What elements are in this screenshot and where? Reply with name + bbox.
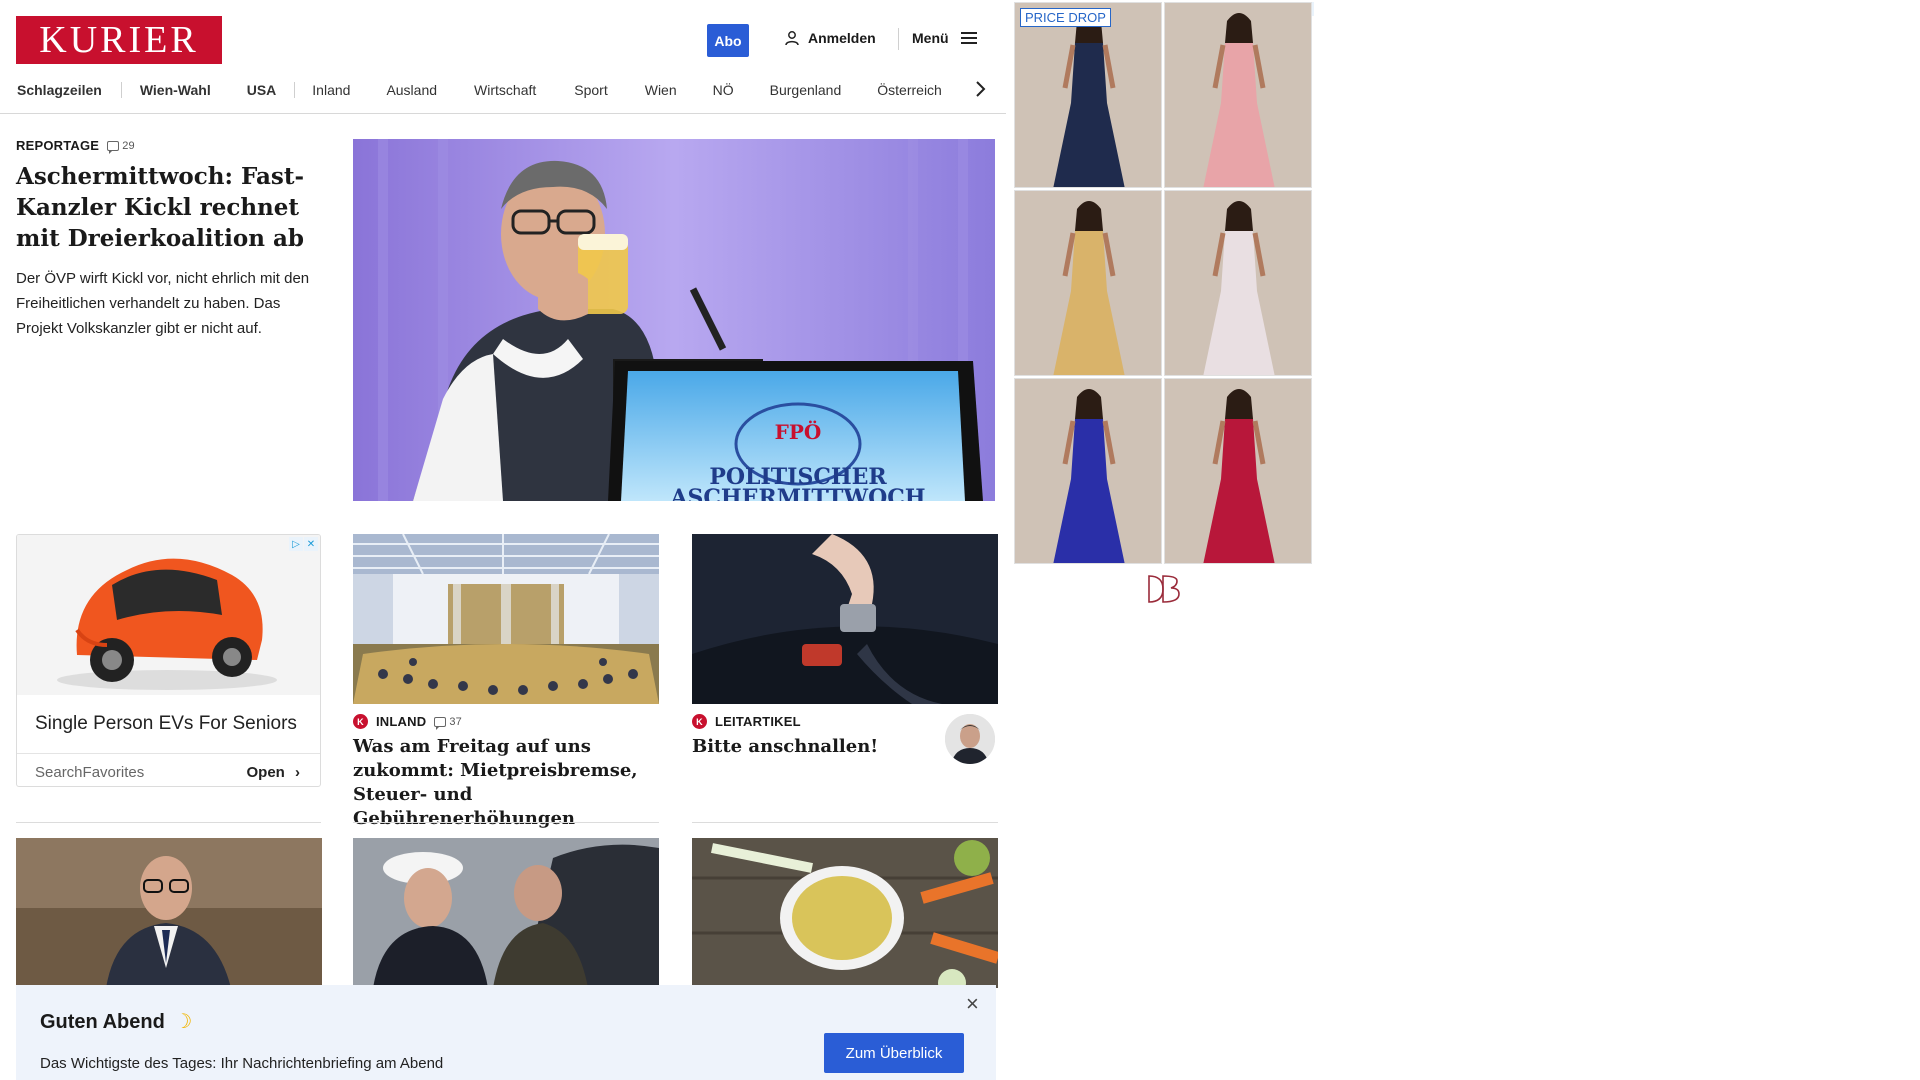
comment-icon (107, 140, 120, 154)
soup-image (692, 838, 998, 988)
advertiser-logo-icon[interactable] (1145, 572, 1185, 606)
close-icon[interactable]: × (966, 991, 979, 1017)
nav-item-sport[interactable]: Sport (574, 82, 607, 98)
lead-headline[interactable]: Aschermittwoch: Fast-Kanzler Kickl rechn… (16, 161, 326, 254)
ad-info-icon[interactable]: ▷ (289, 537, 303, 551)
hamburger-icon (960, 32, 977, 44)
zelensky-car-image (353, 838, 659, 988)
kurier-k-icon: K (353, 714, 368, 729)
screen-text-aschermittwoch: ASCHERMITTWOCH (669, 485, 925, 501)
login-link[interactable]: Anmelden (784, 30, 876, 46)
dress-pink[interactable] (1164, 2, 1312, 188)
lead-teaser: Der ÖVP wirft Kickl vor, nicht ehrlich m… (16, 270, 310, 337)
dress-floral[interactable] (1164, 190, 1312, 376)
parliament-image (353, 534, 659, 704)
lead-image[interactable]: FPÖ POLITISCHER ASCHERMITTWOCH (353, 139, 995, 501)
nav-item-oesterreich[interactable]: Österreich (877, 82, 942, 98)
screen-text-fpoe: FPÖ (775, 419, 822, 444)
chevron-right-icon: › (295, 764, 300, 781)
article-card-inland[interactable]: K INLAND 37 Was am Freitag auf uns zukom… (353, 534, 659, 831)
briefing-overview-button[interactable]: Zum Überblick (824, 1033, 964, 1073)
card-headline[interactable]: Was am Freitag auf uns zukommt: Mietprei… (353, 735, 659, 831)
ad-car-title[interactable]: Single Person EVs For Seniors (35, 713, 297, 735)
politician-drinking-image: FPÖ POLITISCHER ASCHERMITTWOCH (353, 139, 995, 501)
lead-article[interactable]: REPORTAGE 29 Aschermittwoch: Fast-Kanzle… (16, 138, 326, 341)
divider (353, 822, 659, 823)
article-card-row3-2[interactable] (353, 838, 659, 988)
menu-label: Menü (912, 30, 949, 46)
ad-car[interactable]: ▷ ✕ Single Person EVs For Seniors Search… (16, 534, 321, 787)
briefing-title: Guten Abend ☽ (40, 1009, 192, 1034)
dress-navy[interactable] (1014, 2, 1162, 188)
lead-kicker: REPORTAGE 29 (16, 138, 326, 154)
dress-red[interactable] (1164, 378, 1312, 564)
comment-count[interactable]: 37 (434, 715, 462, 730)
card-kicker: K INLAND 37 (353, 714, 659, 730)
article-card-row3-3[interactable] (692, 838, 998, 988)
nav-item-usa[interactable]: USA (247, 82, 277, 98)
nav-separator (294, 82, 296, 98)
author-avatar[interactable] (945, 714, 995, 764)
kurier-k-icon: K (692, 714, 707, 729)
nav-item-schlagzeilen[interactable]: Schlagzeilen (17, 82, 102, 98)
site-header: KURIER Abo Anmelden Menü Schlagzeilen Wi… (0, 0, 1006, 114)
briefing-subtitle: Das Wichtigste des Tages: Ihr Nachrichte… (40, 1055, 444, 1072)
man-glasses-image (16, 838, 322, 988)
nav-item-ausland[interactable]: Ausland (386, 82, 437, 98)
ad-open-button[interactable]: Open › (246, 764, 300, 781)
kurier-logo[interactable]: KURIER (16, 16, 222, 64)
ad-choices-badge[interactable]: ▷ ✕ (289, 537, 318, 551)
evening-briefing-banner: Guten Abend ☽ Das Wichtigste des Tages: … (16, 985, 996, 1080)
kicker-label: INLAND (376, 714, 427, 729)
nav-item-inland[interactable]: Inland (312, 82, 350, 98)
user-icon (785, 31, 799, 46)
comment-icon (434, 716, 447, 730)
comment-count-value: 37 (449, 715, 462, 728)
dress-gold[interactable] (1014, 190, 1162, 376)
nav-item-burgenland[interactable]: Burgenland (770, 82, 842, 98)
abo-button[interactable]: Abo (707, 24, 749, 57)
ad-car-source: SearchFavorites (35, 764, 145, 781)
menu-button[interactable]: Menü (898, 28, 977, 50)
ad-car-footer: SearchFavorites Open › (17, 753, 320, 786)
price-drop-badge: PRICE DROP (1020, 8, 1111, 27)
ad-car-image (17, 535, 320, 695)
nav-item-noe[interactable]: NÖ (713, 82, 734, 98)
nav-item-wien[interactable]: Wien (645, 82, 677, 98)
kicker-label: LEITARTIKEL (715, 714, 801, 729)
divider (16, 822, 321, 823)
divider (692, 822, 998, 823)
comment-count-value: 29 (122, 139, 135, 152)
moon-icon: ☽ (174, 1011, 193, 1033)
article-card-row3-1[interactable] (16, 838, 322, 988)
seatbelt-image (692, 534, 998, 704)
login-label: Anmelden (808, 30, 876, 46)
nav-item-wien-wahl[interactable]: Wien-Wahl (140, 82, 211, 98)
dress-royal-blue[interactable] (1014, 378, 1162, 564)
section-nav: Schlagzeilen Wien-Wahl USA Inland Auslan… (0, 80, 942, 100)
chevron-right-icon[interactable] (974, 80, 986, 98)
nav-separator (120, 82, 122, 98)
ad-close-icon[interactable]: ✕ (304, 537, 318, 551)
briefing-title-text: Guten Abend (40, 1011, 165, 1033)
ad-open-label: Open (246, 764, 285, 781)
comment-count[interactable]: 29 (107, 139, 135, 154)
nav-item-wirtschaft[interactable]: Wirtschaft (474, 82, 536, 98)
kicker-label: REPORTAGE (16, 138, 100, 153)
ad-dresses[interactable]: PRICE DROP ▷ ✕ (1014, 2, 1314, 568)
